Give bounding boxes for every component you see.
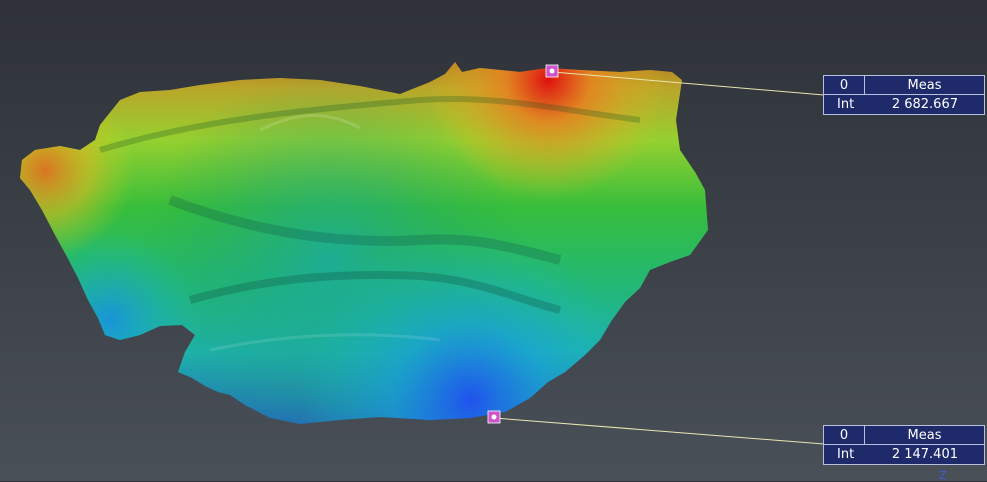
measurement-value: 2 147.401	[891, 447, 958, 462]
point-id: 0	[824, 426, 865, 445]
row-header: Int	[837, 447, 855, 462]
measurement-label-top[interactable]: 0 Meas Int 2 682.667	[823, 75, 985, 115]
measure-point-marker-top[interactable]	[545, 64, 559, 78]
point-id: 0	[824, 76, 865, 95]
leader-line-bottom	[493, 417, 825, 445]
measurement-value: 2 682.667	[891, 97, 958, 112]
axis-z-label: Z	[939, 469, 947, 482]
measurement-header: Meas	[865, 426, 984, 445]
measurement-header: Meas	[865, 76, 984, 95]
measurement-label-bottom[interactable]: 0 Meas Int 2 147.401	[823, 425, 985, 465]
3d-viewport[interactable]	[0, 0, 987, 481]
measure-point-marker-bottom[interactable]	[487, 410, 501, 424]
row-header: Int	[837, 97, 855, 112]
